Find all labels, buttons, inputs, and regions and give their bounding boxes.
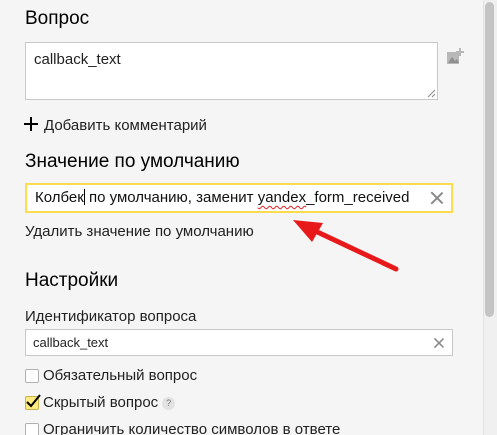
help-icon[interactable]: ? <box>162 397 176 410</box>
question-textarea[interactable]: callback_text <box>25 42 438 100</box>
plus-icon <box>24 117 38 131</box>
scrollbar-thumb[interactable] <box>485 2 494 317</box>
limit-chars-checkbox-label[interactable]: Ограничить количество символов в ответе <box>43 421 340 435</box>
question-textarea-value: callback_text <box>34 51 121 68</box>
question-id-input[interactable]: callback_text <box>25 329 453 356</box>
required-checkbox[interactable] <box>25 369 39 383</box>
limit-chars-checkbox[interactable] <box>25 423 39 435</box>
question-id-label: Идентификатор вопроса <box>25 308 197 325</box>
checkmark-icon <box>26 394 41 408</box>
settings-section-title: Настройки <box>25 270 119 291</box>
default-value-text-start: Колбек <box>35 189 84 206</box>
default-value-input[interactable]: Колбек по умолчанию, заменит yandex_form… <box>25 183 453 213</box>
hidden-checkbox[interactable] <box>25 394 41 410</box>
default-value-section-title: Значение по умолчанию <box>25 151 240 172</box>
add-image-icon[interactable] <box>446 48 464 66</box>
resize-grip-icon[interactable] <box>427 89 436 98</box>
clear-icon[interactable] <box>430 191 444 205</box>
question-section-title: Вопрос <box>25 8 90 29</box>
default-value-misspelled-word: yandex <box>257 189 307 206</box>
question-id-value: callback_text <box>33 335 109 350</box>
red-arrow <box>293 220 399 272</box>
remove-default-button[interactable]: Удалить значение по умолчанию <box>25 223 254 241</box>
required-checkbox-label[interactable]: Обязательный вопрос <box>43 367 197 385</box>
add-comment-button[interactable]: Добавить комментарий <box>24 117 207 135</box>
hidden-checkbox-label: Скрытый вопрос <box>43 394 159 411</box>
hidden-checkbox-row[interactable]: Скрытый вопрос? <box>43 394 176 412</box>
clear-id-icon[interactable] <box>433 337 444 348</box>
add-comment-label: Добавить комментарий <box>44 117 207 134</box>
default-value-text-end: _form_received <box>306 189 410 206</box>
default-value-text-middle: по умолчанию, заменит <box>84 189 258 206</box>
